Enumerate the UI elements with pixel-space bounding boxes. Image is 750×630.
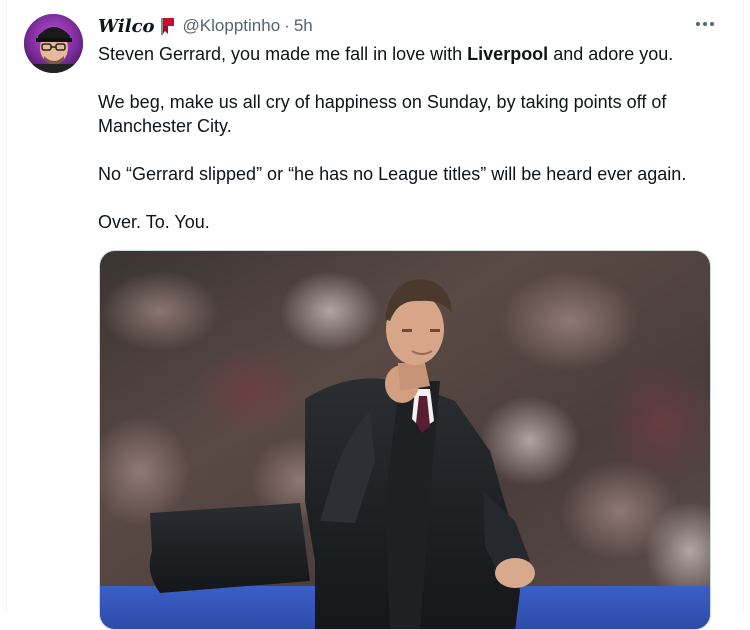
tweet-text: Steven Gerrard, you made me fall in love… bbox=[98, 42, 718, 234]
tweet-timestamp[interactable]: 5h bbox=[294, 16, 313, 36]
tweet-paragraph-1: Steven Gerrard, you made me fall in love… bbox=[98, 44, 674, 64]
photo-man-in-coat bbox=[100, 251, 710, 629]
avatar[interactable] bbox=[24, 14, 83, 73]
scarf-flag-icon bbox=[159, 17, 175, 35]
tweet-paragraph-2: We beg, make us all cry of happiness on … bbox=[98, 92, 667, 136]
more-options-button[interactable] bbox=[690, 12, 720, 36]
tweet[interactable]: Wilco @Klopptinho · 5h Steven Gerrard, y… bbox=[0, 0, 750, 630]
tweet-media-photo[interactable] bbox=[99, 250, 711, 630]
author-handle[interactable]: @Klopptinho bbox=[183, 16, 281, 36]
tweet-paragraph-4: Over. To. You. bbox=[98, 212, 210, 232]
bold-word: Liverpool bbox=[467, 44, 549, 64]
display-name[interactable]: Wilco bbox=[98, 16, 155, 37]
more-icon bbox=[696, 22, 714, 26]
avatar-image bbox=[24, 14, 83, 73]
tweet-paragraph-3: No “Gerrard slipped” or “he has no Leagu… bbox=[98, 164, 687, 184]
tweet-header: Wilco @Klopptinho · 5h bbox=[98, 14, 313, 38]
header-separator: · bbox=[284, 16, 290, 35]
